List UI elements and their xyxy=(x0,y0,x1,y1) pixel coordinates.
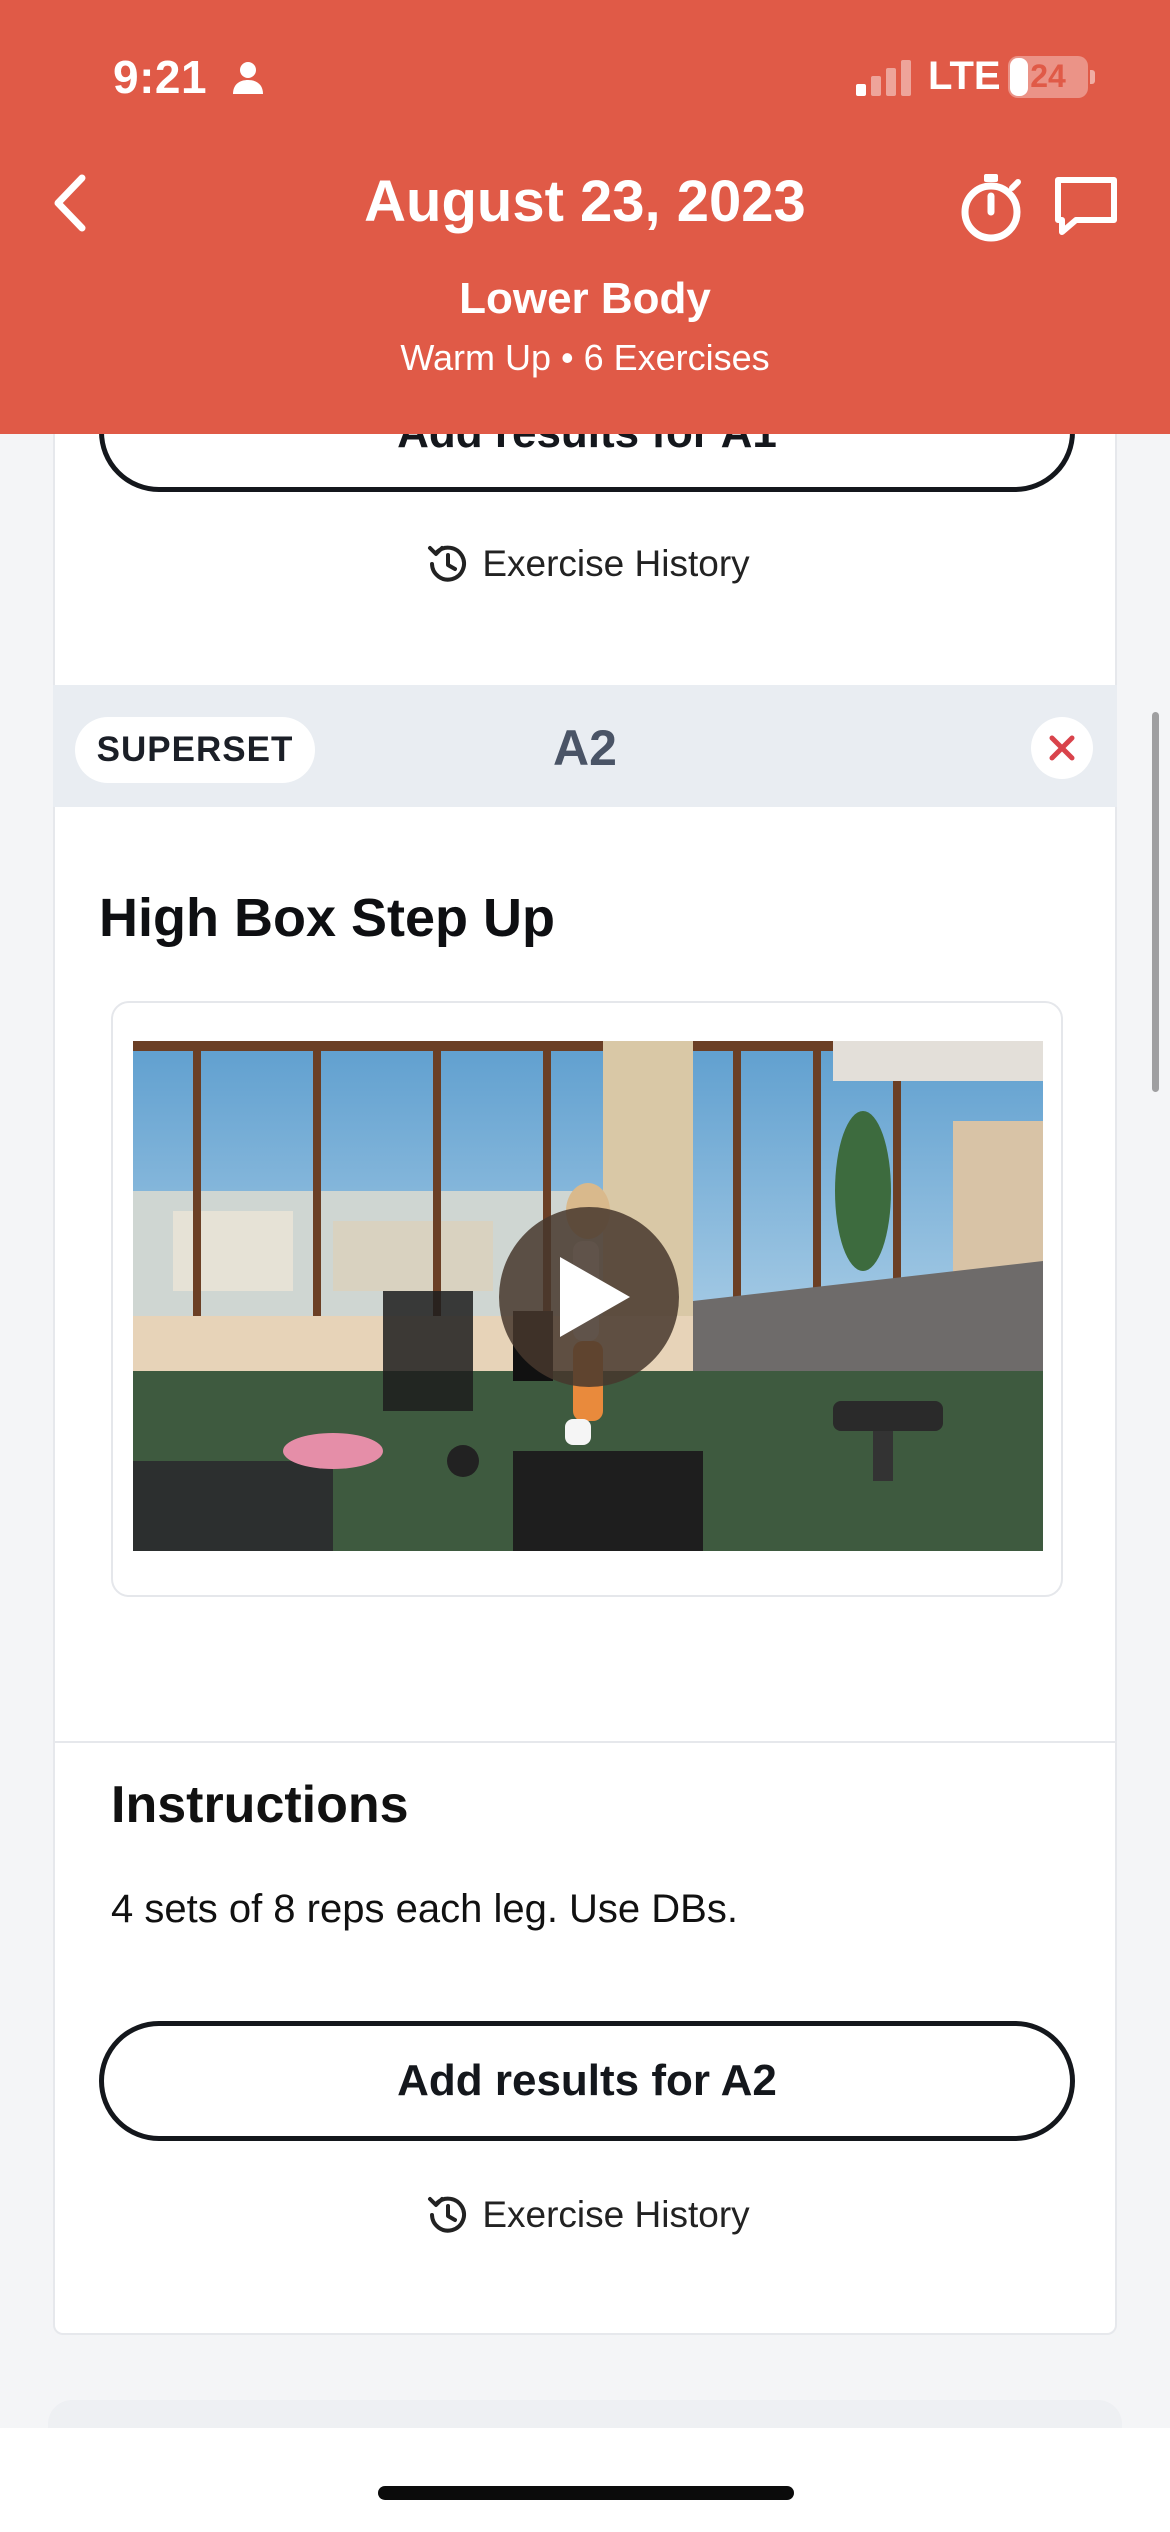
add-results-a2-label: Add results for A2 xyxy=(397,2056,777,2105)
history-icon xyxy=(428,2196,467,2233)
exercise-history-a1-link[interactable]: Exercise History xyxy=(55,540,1119,588)
chat-icon[interactable] xyxy=(1052,174,1120,238)
close-icon xyxy=(1049,735,1075,761)
add-results-a2-button[interactable]: Add results for A2 xyxy=(99,2021,1075,2141)
exercise-title: High Box Step Up xyxy=(99,888,555,948)
battery-level: 24 xyxy=(1030,58,1066,94)
remove-exercise-button[interactable] xyxy=(1031,717,1093,779)
exercise-history-label: Exercise History xyxy=(482,543,750,584)
superset-group-label: A2 xyxy=(553,720,617,776)
home-indicator[interactable] xyxy=(378,2486,794,2500)
person-icon xyxy=(233,62,263,94)
status-time: 9:21 xyxy=(113,51,208,103)
instructions-text: 4 sets of 8 reps each leg. Use DBs. xyxy=(111,1887,738,1931)
history-icon xyxy=(428,545,467,582)
stopwatch-icon[interactable] xyxy=(956,172,1026,244)
play-icon[interactable] xyxy=(499,1207,679,1387)
scrollbar[interactable] xyxy=(1152,712,1159,1092)
exercise-card-a2: High Box Step Up Instructions 4 sets of … xyxy=(53,807,1117,2335)
instructions-heading: Instructions xyxy=(111,1776,409,1834)
superset-header: SUPERSET A2 xyxy=(53,685,1117,807)
cellular-signal-icon xyxy=(856,60,911,96)
network-type: LTE xyxy=(928,54,1001,98)
exercise-history-label: Exercise History xyxy=(482,2194,750,2235)
battery-tip xyxy=(1090,70,1095,84)
workout-subtitle: Warm Up • 6 Exercises xyxy=(400,337,770,378)
exercise-video[interactable] xyxy=(133,1041,1043,1551)
workout-name: Lower Body xyxy=(459,274,711,323)
video-container xyxy=(111,1001,1063,1597)
bottom-safe-area xyxy=(0,2428,1170,2532)
divider xyxy=(55,1741,1115,1743)
play-triangle-icon xyxy=(560,1257,630,1337)
workout-header: 9:21 LTE 24 August 23, 2023 Lower Body W… xyxy=(0,0,1170,434)
exercise-history-a2-link[interactable]: Exercise History xyxy=(55,2191,1119,2239)
